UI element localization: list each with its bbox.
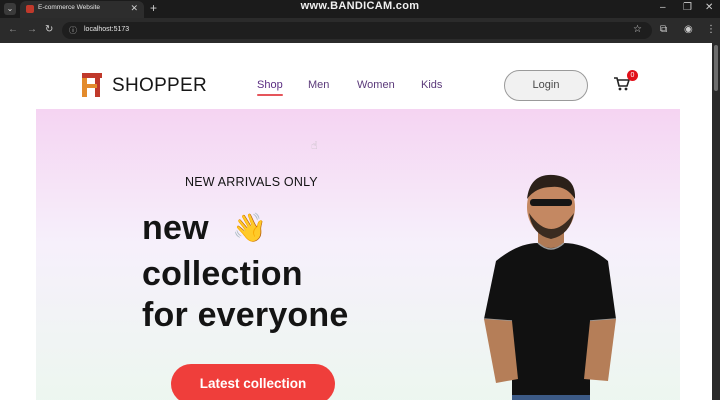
bookmark-star-icon[interactable]: ☆ — [633, 24, 642, 35]
forward-icon[interactable]: → — [27, 24, 37, 35]
page-scrollbar[interactable] — [712, 43, 720, 400]
hero-section: NEW ARRIVALS ONLY new 👋 collection for e… — [36, 109, 680, 400]
close-window-icon[interactable]: ✕ — [705, 2, 713, 13]
hero-line-2: collection — [142, 255, 303, 293]
brand-name[interactable]: SHOPPER — [112, 75, 207, 97]
hero-line-3: for everyone — [142, 296, 349, 334]
hand-pointer-icon: ☝ — [311, 140, 318, 152]
extensions-icon[interactable]: ⧉ — [660, 24, 667, 35]
browser-menu-icon[interactable]: ⋮ — [706, 24, 716, 35]
nav-item-label: Shop — [257, 79, 283, 91]
login-button[interactable]: Login — [504, 70, 588, 101]
waving-hand-icon: 👋 — [232, 212, 267, 243]
scrollbar-thumb[interactable] — [714, 45, 718, 91]
browser-toolbar: ← → ↻ ⓘ localhost:5173 ☆ ⧉ ◉ ⋮ — [0, 18, 720, 43]
maximize-icon[interactable]: ❐ — [683, 2, 692, 13]
page-viewport: SHOPPER Shop Men Women Kids Login 0 NEW … — [0, 43, 712, 400]
nav-item-kids[interactable]: Kids — [421, 79, 442, 91]
site-navbar: SHOPPER Shop Men Women Kids Login 0 — [36, 61, 680, 109]
latest-collection-button[interactable]: Latest collection — [171, 364, 335, 400]
shopper-logo-icon[interactable] — [82, 73, 102, 97]
nav-item-women[interactable]: Women — [357, 79, 395, 91]
minimize-icon[interactable]: – — [660, 2, 666, 13]
recording-watermark: www.BANDICAM.com — [300, 0, 420, 12]
address-url: localhost:5173 — [84, 26, 130, 33]
reload-icon[interactable]: ↻ — [45, 24, 53, 35]
profile-icon[interactable]: ◉ — [684, 24, 693, 35]
active-underline — [257, 94, 283, 96]
browser-tab-bar: ⌄ E-commerce Website ✕ + www.BANDICAM.co… — [0, 0, 720, 18]
address-bar[interactable]: ⓘ localhost:5173 ☆ — [62, 22, 652, 39]
nav-item-men[interactable]: Men — [308, 79, 329, 91]
hero-line-1: new — [142, 209, 209, 247]
hero-kicker: NEW ARRIVALS ONLY — [185, 175, 318, 189]
site-info-icon[interactable]: ⓘ — [69, 25, 77, 36]
hero-model-image — [483, 174, 617, 400]
cart-count-badge: 0 — [627, 70, 638, 81]
back-icon[interactable]: ← — [8, 24, 18, 35]
nav-item-shop[interactable]: Shop — [257, 79, 283, 96]
